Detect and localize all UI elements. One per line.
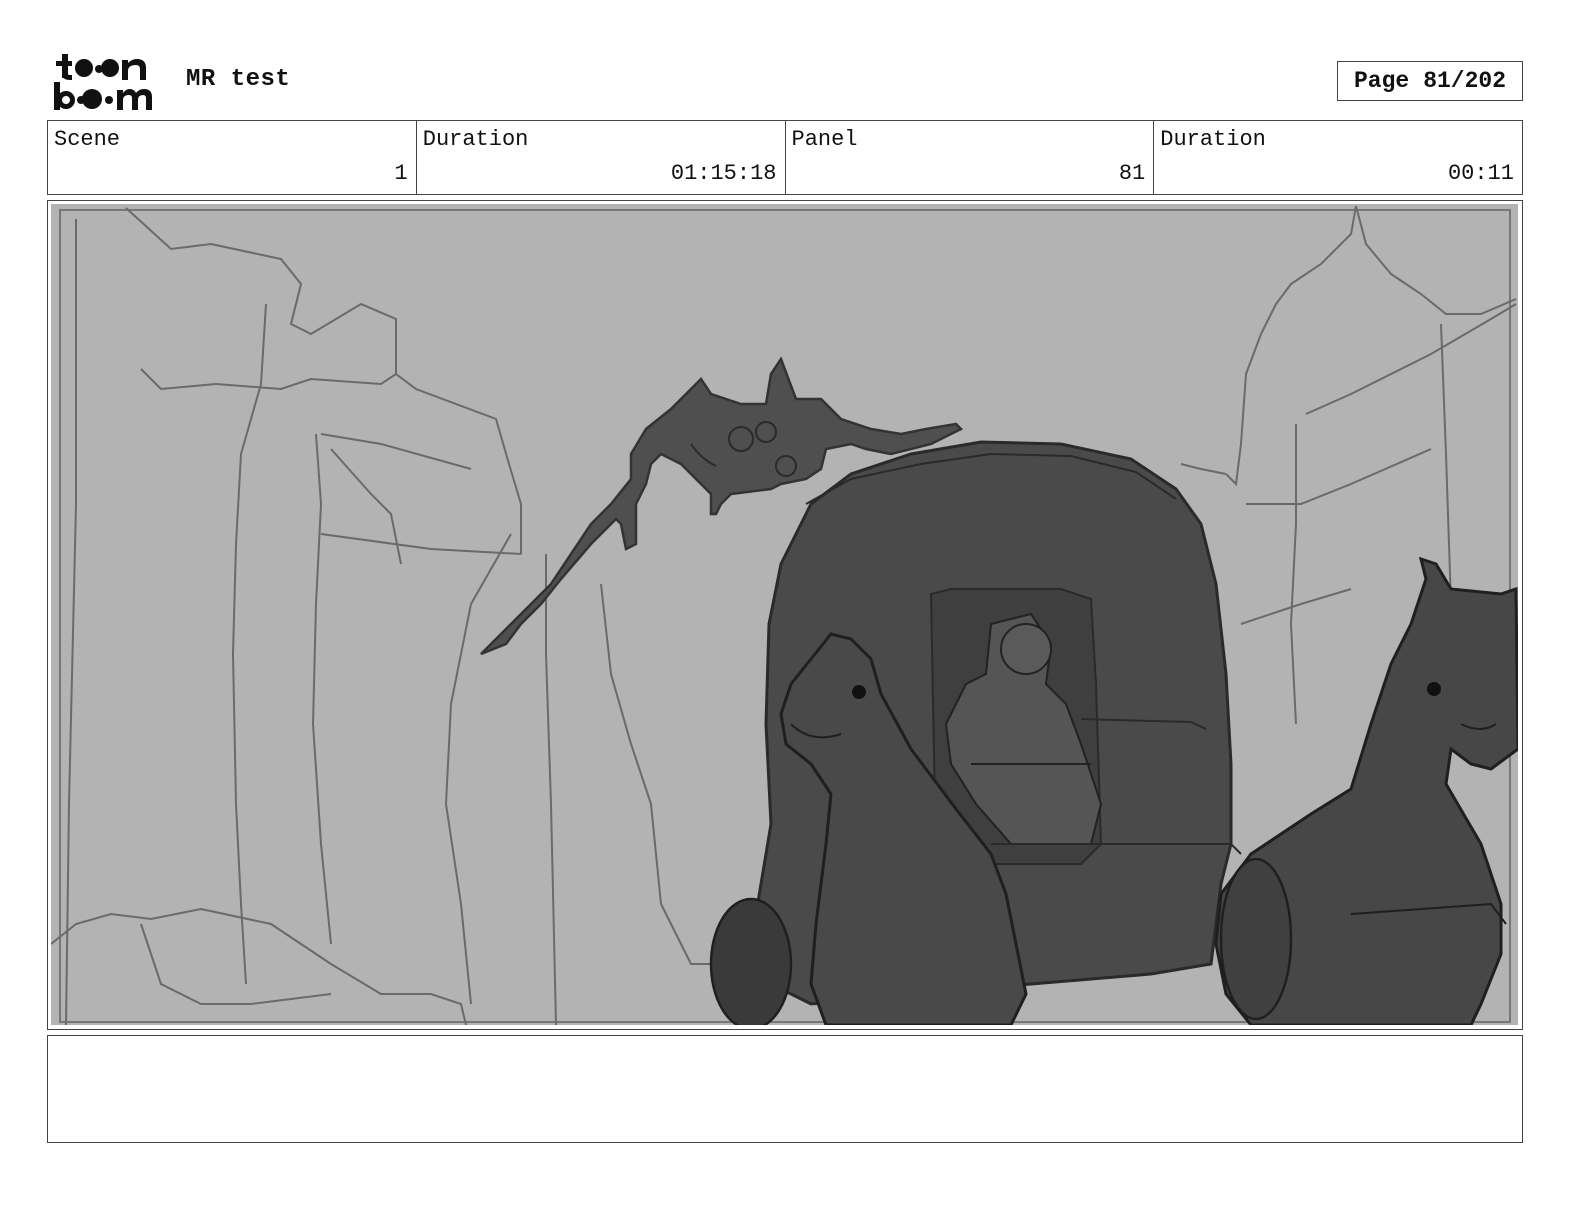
- storyboard-sketch-icon: [51, 204, 1518, 1025]
- panel-duration-cell: Duration 00:11: [1154, 121, 1522, 194]
- scene-duration-value: 01:15:18: [670, 161, 777, 186]
- page-number: 81/202: [1423, 68, 1507, 94]
- panel-duration-label: Duration: [1160, 127, 1266, 152]
- panel-cell: Panel 81: [786, 121, 1155, 194]
- panel-value: 81: [1118, 161, 1146, 186]
- scene-value: 1: [394, 161, 408, 186]
- page-indicator: Page 81/202: [1337, 61, 1523, 101]
- panel-info-table: Scene 1 Duration 01:15:18 Panel 81 Durat…: [47, 120, 1523, 195]
- project-title: MR test: [186, 66, 291, 93]
- page-label: Page: [1353, 68, 1410, 94]
- panel-duration-value: 00:11: [1447, 161, 1514, 186]
- panel-notes-box: [47, 1035, 1523, 1143]
- scene-label: Scene: [54, 127, 121, 152]
- scene-cell: Scene 1: [48, 121, 417, 194]
- scene-duration-cell: Duration 01:15:18: [417, 121, 786, 194]
- scene-duration-label: Duration: [422, 127, 529, 152]
- storyboard-panel: [47, 200, 1523, 1030]
- toon-boom-logo-icon: [52, 52, 164, 112]
- panel-label: Panel: [791, 127, 858, 152]
